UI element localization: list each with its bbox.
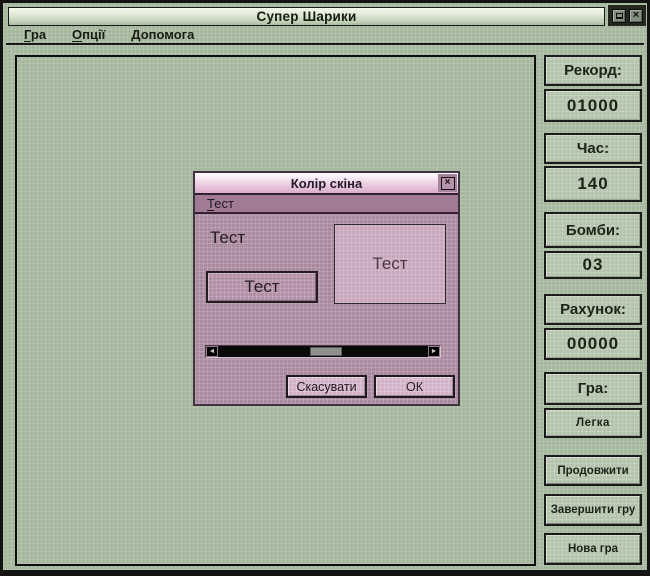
dialog-close-button[interactable]: × — [440, 176, 455, 190]
window-controls: × — [608, 5, 646, 26]
test-button[interactable]: Тест — [206, 271, 318, 303]
end-game-button[interactable]: Завершити гру — [544, 494, 642, 526]
window-titlebar[interactable]: Супер Шарики — [8, 7, 605, 26]
skin-color-dialog: Колір скіна × Тест Тест Тест Тест ◄ ► Ск… — [193, 171, 460, 406]
record-label-panel: Рекорд: — [544, 55, 642, 86]
time-value-panel: 140 — [544, 166, 642, 202]
close-icon: × — [444, 177, 451, 188]
bombs-label-panel: Бомби: — [544, 212, 642, 248]
dialog-titlebar[interactable]: Колір скіна × — [195, 173, 458, 195]
menu-item-game-accel: Г — [24, 27, 31, 42]
game-mode-label-panel: Гра: — [544, 372, 642, 405]
menu-item-options[interactable]: Опції — [72, 27, 105, 42]
menu-item-options-label: пції — [82, 27, 106, 42]
close-button[interactable]: × — [629, 8, 643, 23]
arrow-left-icon: ◄ — [208, 348, 216, 355]
score-label-panel: Рахунок: — [544, 294, 642, 325]
menu-item-help-label: опомога — [140, 27, 195, 42]
dialog-menu-bar: Тест — [195, 195, 458, 214]
color-scrollbar[interactable]: ◄ ► — [205, 345, 441, 358]
scroll-right-button[interactable]: ► — [428, 346, 440, 357]
preview-label: Тест — [372, 254, 408, 273]
dialog-controls: × — [438, 174, 457, 192]
menu-item-help-accel: Д — [131, 27, 141, 42]
dialog-body: Тест Тест Тест ◄ ► Скасувати ОК — [195, 216, 458, 404]
dialog-title: Колір скіна — [290, 175, 363, 191]
scroll-left-button[interactable]: ◄ — [206, 346, 218, 357]
record-value-panel: 01000 — [544, 89, 642, 122]
test-label: Тест — [210, 228, 246, 247]
scrollbar-thumb[interactable] — [310, 347, 342, 356]
minimize-button[interactable] — [612, 8, 626, 23]
app-window: Супер Шарики × Гра Опції Допомога Рекорд… — [0, 0, 650, 576]
dialog-menu-item-test[interactable]: Тест — [207, 196, 234, 211]
ok-button[interactable]: ОК — [374, 375, 455, 398]
menu-item-game[interactable]: Гра — [24, 27, 46, 42]
menu-item-help[interactable]: Допомога — [131, 27, 194, 42]
continue-button[interactable]: Продовжити — [544, 455, 642, 486]
time-label-panel: Час: — [544, 133, 642, 164]
scrollbar-track[interactable] — [218, 346, 428, 357]
score-value-panel: 00000 — [544, 328, 642, 360]
close-icon: × — [632, 9, 640, 21]
dialog-menu-test-label: ест — [214, 196, 234, 211]
menu-item-game-label: ра — [30, 27, 47, 42]
skin-preview-panel: Тест — [334, 224, 446, 304]
game-mode-value-panel: Легка — [544, 408, 642, 438]
arrow-right-icon: ► — [430, 348, 438, 355]
cancel-button[interactable]: Скасувати — [286, 375, 367, 398]
bombs-value-panel: 03 — [544, 251, 642, 279]
menu-bar: Гра Опції Допомога — [6, 26, 644, 45]
window-title: Супер Шарики — [256, 9, 357, 24]
minimize-icon — [615, 12, 623, 19]
menu-item-options-accel: О — [72, 27, 83, 42]
new-game-button[interactable]: Нова гра — [544, 533, 642, 565]
